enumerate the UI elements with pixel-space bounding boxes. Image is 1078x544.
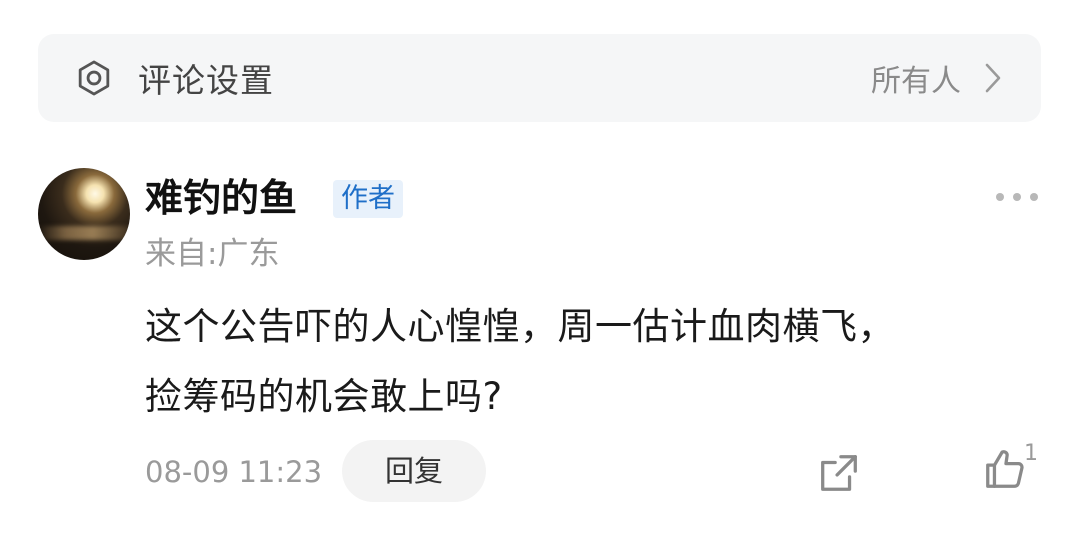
more-dot — [1030, 193, 1038, 201]
share-icon[interactable] — [816, 450, 862, 496]
reply-button[interactable]: 回复 — [342, 440, 486, 502]
author-badge: 作者 — [333, 180, 403, 218]
comment-line: 捡筹码的机会敢上吗? — [145, 375, 503, 418]
thumbs-up-icon[interactable] — [982, 446, 1028, 492]
more-dot — [1013, 193, 1021, 201]
settings-value: 所有人 — [871, 64, 961, 99]
username[interactable]: 难钓的鱼 — [145, 172, 297, 224]
more-dots-icon[interactable] — [996, 188, 1038, 206]
comment-line: 这个公告吓的人心惶惶，周一估计血肉横飞， — [145, 305, 895, 348]
more-dot — [996, 193, 1004, 201]
gear-icon — [72, 56, 116, 100]
comment-settings-row[interactable]: 评论设置 所有人 — [38, 34, 1041, 122]
avatar[interactable] — [38, 168, 130, 260]
like-count: 1 — [1024, 441, 1038, 466]
avatar-cloud — [38, 226, 130, 240]
chevron-right-icon — [981, 58, 1005, 98]
comment-content: 这个公告吓的人心惶惶，周一估计血肉横飞， 捡筹码的机会敢上吗? — [145, 292, 1025, 432]
settings-title: 评论设置 — [138, 61, 274, 100]
timestamp: 08-09 11:23 — [145, 455, 323, 489]
location-text: 来自:广东 — [145, 236, 280, 272]
